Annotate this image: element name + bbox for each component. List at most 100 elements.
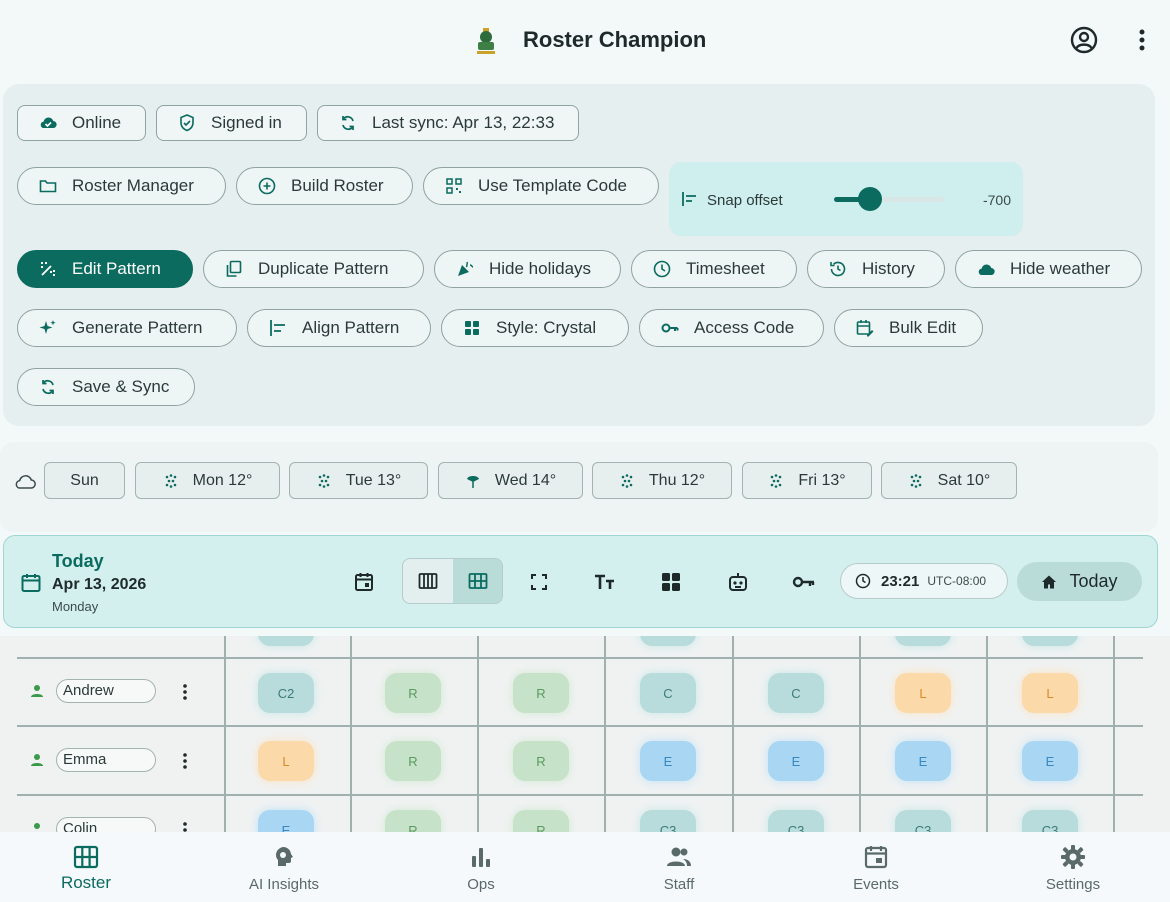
signed-in-label: Signed in: [211, 113, 282, 132]
use-template-code-button[interactable]: Use Template Code: [423, 167, 659, 205]
nav-staff[interactable]: Staff: [581, 832, 777, 902]
align-pattern-button[interactable]: Align Pattern: [247, 309, 431, 347]
staff-name-field[interactable]: Andrew: [56, 679, 156, 703]
weather-day-thu[interactable]: Thu 12°: [592, 462, 732, 499]
online-status-chip[interactable]: Online: [17, 105, 146, 141]
style-crystal-button[interactable]: Style: Crystal: [441, 309, 629, 347]
shift-cell[interactable]: E: [895, 741, 951, 781]
grid-column-divider: [604, 636, 606, 832]
weather-day-wed[interactable]: Wed 14°: [438, 462, 583, 499]
save-sync-button[interactable]: Save & Sync: [17, 368, 195, 406]
nav-events[interactable]: Events: [778, 832, 974, 902]
signed-in-status-chip[interactable]: Signed in: [156, 105, 307, 141]
shift-cell[interactable]: C2: [258, 673, 314, 713]
layout-grid-button[interactable]: [653, 564, 689, 600]
history-label: History: [862, 259, 915, 278]
shift-cell[interactable]: L: [258, 741, 314, 781]
text-size-button[interactable]: [587, 564, 623, 600]
access-key-button[interactable]: [786, 564, 822, 600]
more-vert-icon: [183, 684, 187, 700]
access-code-button[interactable]: Access Code: [639, 309, 824, 347]
timesheet-button[interactable]: Timesheet: [631, 250, 797, 288]
account-circle-icon: [1070, 26, 1098, 54]
shift-cell[interactable]: E: [258, 810, 314, 832]
shift-cell[interactable]: L: [1022, 673, 1078, 713]
shift-cell[interactable]: R: [513, 810, 569, 832]
bulk-edit-label: Bulk Edit: [889, 318, 957, 337]
person-icon: [31, 754, 43, 766]
shift-cell[interactable]: R: [385, 673, 441, 713]
weather-day-tue[interactable]: Tue 13°: [289, 462, 428, 499]
shift-cell[interactable]: E: [768, 741, 824, 781]
app-logo: [472, 26, 500, 56]
roster-manager-button[interactable]: Roster Manager: [17, 167, 226, 205]
edit-pattern-label: Edit Pattern: [72, 259, 161, 278]
grid-row-divider: [17, 725, 1143, 727]
weather-day-fri[interactable]: Fri 13°: [742, 462, 872, 499]
shift-cell[interactable]: C3: [1022, 810, 1078, 832]
shift-cell[interactable]: C: [640, 673, 696, 713]
grid-view-icon: [662, 573, 680, 591]
shift-cell-partial[interactable]: [895, 636, 951, 646]
date-picker-button[interactable]: [346, 564, 382, 600]
week-columns-view-button[interactable]: [403, 559, 453, 603]
grid-row-divider: [17, 657, 1143, 659]
shift-cell[interactable]: R: [385, 741, 441, 781]
nav-ops[interactable]: Ops: [383, 832, 579, 902]
staff-name-field[interactable]: Colin: [56, 817, 156, 832]
account-button[interactable]: [1068, 24, 1100, 56]
more-menu-button[interactable]: [1128, 24, 1156, 56]
shift-cell-partial[interactable]: [640, 636, 696, 646]
generate-pattern-button[interactable]: Generate Pattern: [17, 309, 237, 347]
clock-icon: [653, 260, 671, 278]
nav-roster[interactable]: Roster: [0, 832, 184, 902]
robot-assistant-button[interactable]: [720, 564, 756, 600]
shift-cell[interactable]: C3: [768, 810, 824, 832]
clock-display[interactable]: 23:21 UTC-08:00: [840, 563, 1008, 599]
nav-ai-insights[interactable]: AI Insights: [186, 832, 382, 902]
nav-label: Events: [853, 876, 899, 893]
snow-icon: [165, 473, 176, 488]
hide-holidays-button[interactable]: Hide holidays: [434, 250, 621, 288]
bottom-navigation: Roster AI Insights Ops Staff Events Sett…: [0, 832, 1170, 902]
shift-cell-partial[interactable]: [1022, 636, 1078, 646]
weather-day-sun[interactable]: Sun: [44, 462, 125, 499]
staff-name-field[interactable]: Emma: [56, 748, 156, 772]
shift-cell[interactable]: R: [385, 810, 441, 832]
fullscreen-button[interactable]: [521, 564, 557, 600]
shift-cell[interactable]: E: [1022, 741, 1078, 781]
build-roster-button[interactable]: Build Roster: [236, 167, 413, 205]
edit-pattern-button[interactable]: Edit Pattern: [17, 250, 193, 288]
shift-cell[interactable]: R: [513, 673, 569, 713]
key-icon: [661, 323, 679, 333]
weather-day-sat[interactable]: Sat 10°: [881, 462, 1017, 499]
weather-day-mon[interactable]: Mon 12°: [135, 462, 280, 499]
shift-cell[interactable]: C: [768, 673, 824, 713]
slider-thumb[interactable]: [858, 187, 883, 211]
grid-view-button[interactable]: [453, 559, 502, 603]
hide-weather-label: Hide weather: [1010, 259, 1111, 278]
shift-cell[interactable]: C3: [640, 810, 696, 832]
duplicate-pattern-button[interactable]: Duplicate Pattern: [203, 250, 424, 288]
shift-cell[interactable]: C3: [895, 810, 951, 832]
add-circle-icon: [258, 177, 276, 195]
shift-cell-partial[interactable]: [258, 636, 314, 646]
snap-offset-control: Snap offset -700: [669, 162, 1023, 236]
shift-cell[interactable]: R: [513, 741, 569, 781]
view-week-icon: [418, 573, 438, 589]
hide-weather-button[interactable]: Hide weather: [955, 250, 1142, 288]
snap-offset-slider[interactable]: [834, 187, 944, 211]
nav-settings[interactable]: Settings: [975, 832, 1170, 902]
weather-day-label: Wed 14°: [494, 471, 557, 489]
weather-day-label: Tue 13°: [345, 471, 402, 489]
go-to-today-button[interactable]: Today: [1017, 562, 1142, 601]
shift-cell[interactable]: E: [640, 741, 696, 781]
history-button[interactable]: History: [807, 250, 945, 288]
shield-check-icon: [180, 114, 194, 132]
shift-cell[interactable]: L: [895, 673, 951, 713]
grid-column-divider: [859, 636, 861, 832]
last-sync-chip[interactable]: Last sync: Apr 13, 22:33: [317, 105, 579, 141]
duplicate-pattern-label: Duplicate Pattern: [258, 259, 389, 278]
celebration-icon: [458, 261, 474, 276]
bulk-edit-button[interactable]: Bulk Edit: [834, 309, 983, 347]
